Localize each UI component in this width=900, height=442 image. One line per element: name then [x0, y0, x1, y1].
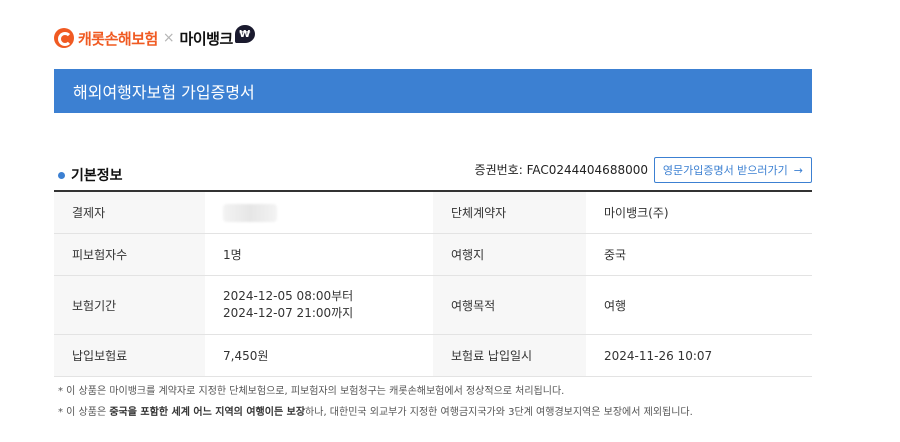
english-certificate-label: 영문가입증명서 받으러가기 [662, 164, 788, 177]
value-insured-count: 1명 [223, 248, 242, 262]
label-group-contractor: 단체계약자 [433, 192, 586, 233]
page-title-banner: 해외여행자보험 가입증명서 [54, 69, 812, 113]
basic-info-table: 결제자 단체계약자 마이뱅크(주) 피보험자수 1명 여행지 중국 보험기간 2… [54, 190, 812, 377]
header-logos: 캐롯손해보험 × 마이뱅크 ₩ [54, 25, 255, 50]
note-2: * 이 상품은 중국을 포함한 세계 어느 지역의 여행이든 보장하나, 대한민… [58, 407, 693, 418]
table-row: 납입보험료 7,450원 보험료 납입일시 2024-11-26 10:07 [54, 335, 812, 377]
value-travel-purpose: 여행 [604, 298, 627, 313]
label-coverage-period: 보험기간 [54, 276, 205, 334]
table-row: 보험기간 2024-12-05 08:00부터 2024-12-07 21:00… [54, 276, 812, 335]
label-destination: 여행지 [433, 234, 586, 275]
table-row: 결제자 단체계약자 마이뱅크(주) [54, 192, 812, 234]
label-payment-datetime: 보험료 납입일시 [433, 335, 586, 376]
english-certificate-button[interactable]: 영문가입증명서 받으러가기 → [653, 157, 812, 183]
redacted-payer-name [223, 203, 277, 222]
arrow-right-icon: → [793, 163, 803, 177]
coverage-end: 2024-12-07 21:00까지 [223, 306, 354, 320]
carrot-logo-icon [54, 28, 74, 48]
label-travel-purpose: 여행목적 [433, 276, 586, 334]
value-payment-datetime: 2024-11-26 10:07 [604, 348, 713, 363]
note-2-emphasis: 중국을 포함한 세계 어느 지역의 여행이든 보장 [109, 407, 306, 418]
certificate-number: 증권번호: FAC0244404688000 [474, 163, 648, 177]
mybank-logo-text: 마이뱅크 [179, 29, 234, 48]
value-coverage-period: 2024-12-05 08:00부터 2024-12-07 21:00까지 [205, 276, 433, 334]
times-separator: × [162, 30, 175, 46]
won-badge-icon: ₩ [234, 25, 255, 43]
coverage-start: 2024-12-05 08:00부터 [223, 289, 354, 303]
label-premium: 납입보험료 [54, 335, 205, 376]
section-title-text: 기본정보 [71, 168, 123, 184]
notes: * 이 상품은 마이뱅크를 계약자로 지정한 단체보험으로, 피보험자의 보험청… [58, 386, 693, 428]
note-1: * 이 상품은 마이뱅크를 계약자로 지정한 단체보험으로, 피보험자의 보험청… [58, 386, 565, 397]
value-premium: 7,450원 [223, 349, 269, 363]
bullet-dot-icon [58, 171, 65, 179]
value-destination: 중국 [604, 248, 627, 262]
page-title: 해외여행자보험 가입증명서 [73, 83, 255, 102]
carrot-logo-text: 캐롯손해보험 [78, 29, 158, 48]
value-group-contractor: 마이뱅크(주) [604, 206, 669, 220]
value-payer [205, 192, 433, 233]
label-payer: 결제자 [54, 192, 205, 233]
table-row: 피보험자수 1명 여행지 중국 [54, 234, 812, 276]
section-header: 기본정보 증권번호: FAC0244404688000 영문가입증명서 받으러가… [54, 155, 812, 191]
section-title: 기본정보 [58, 165, 123, 185]
label-insured-count: 피보험자수 [54, 234, 205, 275]
